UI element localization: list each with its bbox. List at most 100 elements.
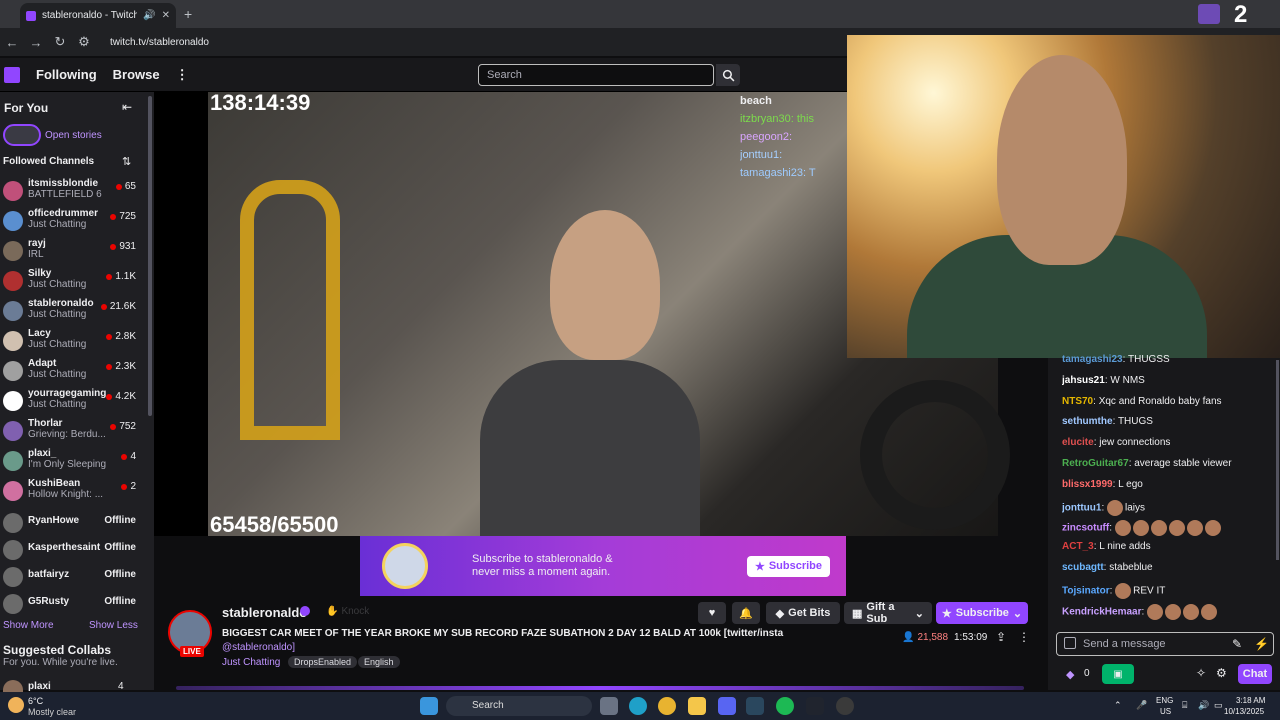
clock-time[interactable]: 3:18 AM <box>1236 696 1265 705</box>
following-link[interactable]: Following <box>36 67 97 82</box>
language-code[interactable]: ENG <box>1156 696 1173 705</box>
forward-arrow-icon[interactable]: → <box>24 35 48 50</box>
chat-badge-icon[interactable] <box>1064 637 1076 649</box>
chat-username[interactable]: NTS70 <box>1062 396 1093 407</box>
notifications-button[interactable]: 🔔 <box>732 602 760 624</box>
channel-status: Offline <box>104 542 136 553</box>
sidebar-channel-silky[interactable]: Silky Just Chatting 1.1K <box>0 268 146 298</box>
show-more-link[interactable]: Show More <box>3 620 54 631</box>
sidebar-channel-stableronaldo[interactable]: stableronaldo Just Chatting 21.6K <box>0 298 146 328</box>
clock-date[interactable]: 10/13/2025 <box>1224 707 1264 716</box>
chat-username[interactable]: KendrickHemaar <box>1062 606 1141 617</box>
share-icon[interactable]: ⇪ <box>996 630 1006 644</box>
sidebar-channel-plaxi[interactable]: plaxi_ I'm Only Sleeping 4 <box>0 448 146 478</box>
sidebar-channel-batfairyz[interactable]: batfairyz Offline <box>0 564 146 594</box>
reload-icon[interactable]: ↻ <box>48 34 72 50</box>
settings-gear-icon[interactable]: ⚙ <box>1216 666 1227 680</box>
sidebar-channel-adapt[interactable]: Adapt Just Chatting 2.3K <box>0 358 146 388</box>
obs-icon[interactable] <box>836 697 854 715</box>
chat-scrollbar[interactable] <box>1276 360 1279 560</box>
stream-handle[interactable]: @stableronaldo] <box>222 642 295 653</box>
sidebar-channel-thorlar[interactable]: Thorlar Grieving: Berdu... 752 <box>0 418 146 448</box>
sidebar-channel-lacy[interactable]: Lacy Just Chatting 2.8K <box>0 328 146 358</box>
sidebar-scrollbar[interactable] <box>148 96 152 416</box>
network-icon[interactable]: ⌸ <box>1182 700 1187 711</box>
browser-tab[interactable]: stableronaldo - Twitch 🔊 ✕ <box>20 3 176 28</box>
follow-heart-button[interactable]: ♥ <box>698 602 726 624</box>
terminal-icon[interactable] <box>806 697 824 715</box>
channel-points-icon[interactable]: ◆ <box>1066 668 1074 681</box>
claim-bonus-button[interactable]: ▣ <box>1102 664 1134 684</box>
stories-avatar[interactable] <box>3 124 41 146</box>
site-info-icon[interactable]: ⚙ <box>72 34 96 50</box>
chat-username[interactable]: sethumthe <box>1062 416 1113 427</box>
browse-link[interactable]: Browse <box>113 67 160 82</box>
url-field[interactable]: twitch.tv/stableronaldo <box>110 37 209 48</box>
tag-pill[interactable]: English <box>358 656 400 668</box>
channel-name[interactable]: stableronaldo <box>222 605 307 620</box>
channel-avatar <box>3 451 23 471</box>
suggested-channel-name[interactable]: plaxi <box>28 681 51 692</box>
chat-username[interactable]: blissx1999 <box>1062 479 1113 490</box>
file-explorer-icon[interactable] <box>688 697 706 715</box>
star-icon: ★ <box>754 560 765 573</box>
sidebar-channel-officedrummer[interactable]: officedrummer Just Chatting 725 <box>0 208 146 238</box>
sidebar-channel-kasperthesaint[interactable]: Kasperthesaint Offline <box>0 537 146 567</box>
search-button[interactable] <box>716 64 740 86</box>
task-view-icon[interactable] <box>600 697 618 715</box>
sort-icon[interactable]: ⇅ <box>122 155 131 168</box>
show-less-link[interactable]: Show Less <box>89 620 138 631</box>
audio-icon[interactable]: 🔊 <box>143 10 155 21</box>
steam-icon[interactable] <box>746 697 764 715</box>
chat-username[interactable]: ACT_3 <box>1062 541 1094 552</box>
chat-username[interactable]: scubagtt <box>1062 562 1104 573</box>
weather-icon[interactable] <box>8 697 24 713</box>
discord-icon[interactable] <box>718 697 736 715</box>
twitch-extension-icon[interactable] <box>1198 4 1220 24</box>
followed-channels-heading: Followed Channels <box>3 156 95 167</box>
tray-chevron-icon[interactable]: ⌃ <box>1114 700 1122 711</box>
webcam-overlay <box>847 35 1280 358</box>
chat-username[interactable]: elucite <box>1062 437 1094 448</box>
chrome-icon[interactable] <box>658 697 676 715</box>
open-stories-link[interactable]: Open stories <box>45 130 102 141</box>
sidebar-channel-rayj[interactable]: rayj IRL 931 <box>0 238 146 268</box>
search-input[interactable]: Search <box>478 64 714 86</box>
category-link[interactable]: Just Chatting <box>222 657 280 668</box>
edge-icon[interactable] <box>629 697 647 715</box>
chat-username[interactable]: Tojsinator <box>1062 585 1110 596</box>
more-options-icon[interactable]: ⋮ <box>1018 630 1030 644</box>
chat-username[interactable]: RetroGuitar67 <box>1062 458 1129 469</box>
chat-username[interactable]: zincsotuff <box>1062 523 1109 534</box>
sidebar-channel-kushibean[interactable]: KushiBean Hollow Knight: ... 2 <box>0 478 146 508</box>
chat-username[interactable]: tamagashi23 <box>1062 354 1123 365</box>
bits-cheer-icon[interactable]: ⚡ <box>1254 637 1269 651</box>
more-menu-icon[interactable]: ⋮ <box>176 67 189 83</box>
collapse-sidebar-icon[interactable]: ⇤ <box>122 100 132 114</box>
tag-pill[interactable]: DropsEnabled <box>288 656 358 668</box>
banner-subscribe-button[interactable]: ★ Subscribe <box>746 555 830 577</box>
sidebar-channel-g5rusty[interactable]: G5Rusty Offline <box>0 591 146 621</box>
new-tab-icon[interactable]: + <box>184 6 192 22</box>
knock-button[interactable]: ✋ Knock <box>326 606 369 617</box>
chat-username[interactable]: jonttuu1 <box>1062 502 1101 513</box>
emote-picker-icon[interactable]: ✎ <box>1232 637 1242 651</box>
chat-username[interactable]: jahsus21 <box>1062 375 1105 386</box>
chat-tools-icon[interactable]: ✧ <box>1196 666 1206 680</box>
twitch-logo-icon[interactable] <box>4 66 20 83</box>
gift-sub-button[interactable]: ▦ Gift a Sub ⌄ <box>844 601 932 625</box>
chat-send-button[interactable]: Chat <box>1238 664 1272 684</box>
get-bits-button[interactable]: ◆ Get Bits <box>766 602 840 624</box>
subscribe-button[interactable]: ★ Subscribe ⌄ <box>936 602 1028 624</box>
windows-start-icon[interactable] <box>420 697 438 715</box>
sidebar-channel-itsmissblondie[interactable]: itsmissblondie BATTLEFIELD 6 65 <box>0 178 146 208</box>
sidebar-channel-yourragegaming[interactable]: yourragegaming Just Chatting 4.2K <box>0 388 146 418</box>
sidebar-channel-ryanhowe[interactable]: RyanHowe Offline <box>0 510 146 540</box>
battery-icon[interactable]: ▭ <box>1214 700 1223 711</box>
close-tab-icon[interactable]: ✕ <box>162 10 170 21</box>
microphone-icon[interactable]: 🎤 <box>1136 700 1147 711</box>
back-arrow-icon[interactable]: ← <box>0 35 24 50</box>
spotify-icon[interactable] <box>776 697 794 715</box>
volume-icon[interactable]: 🔊 <box>1198 700 1209 711</box>
taskbar-search[interactable]: Search <box>446 696 592 716</box>
